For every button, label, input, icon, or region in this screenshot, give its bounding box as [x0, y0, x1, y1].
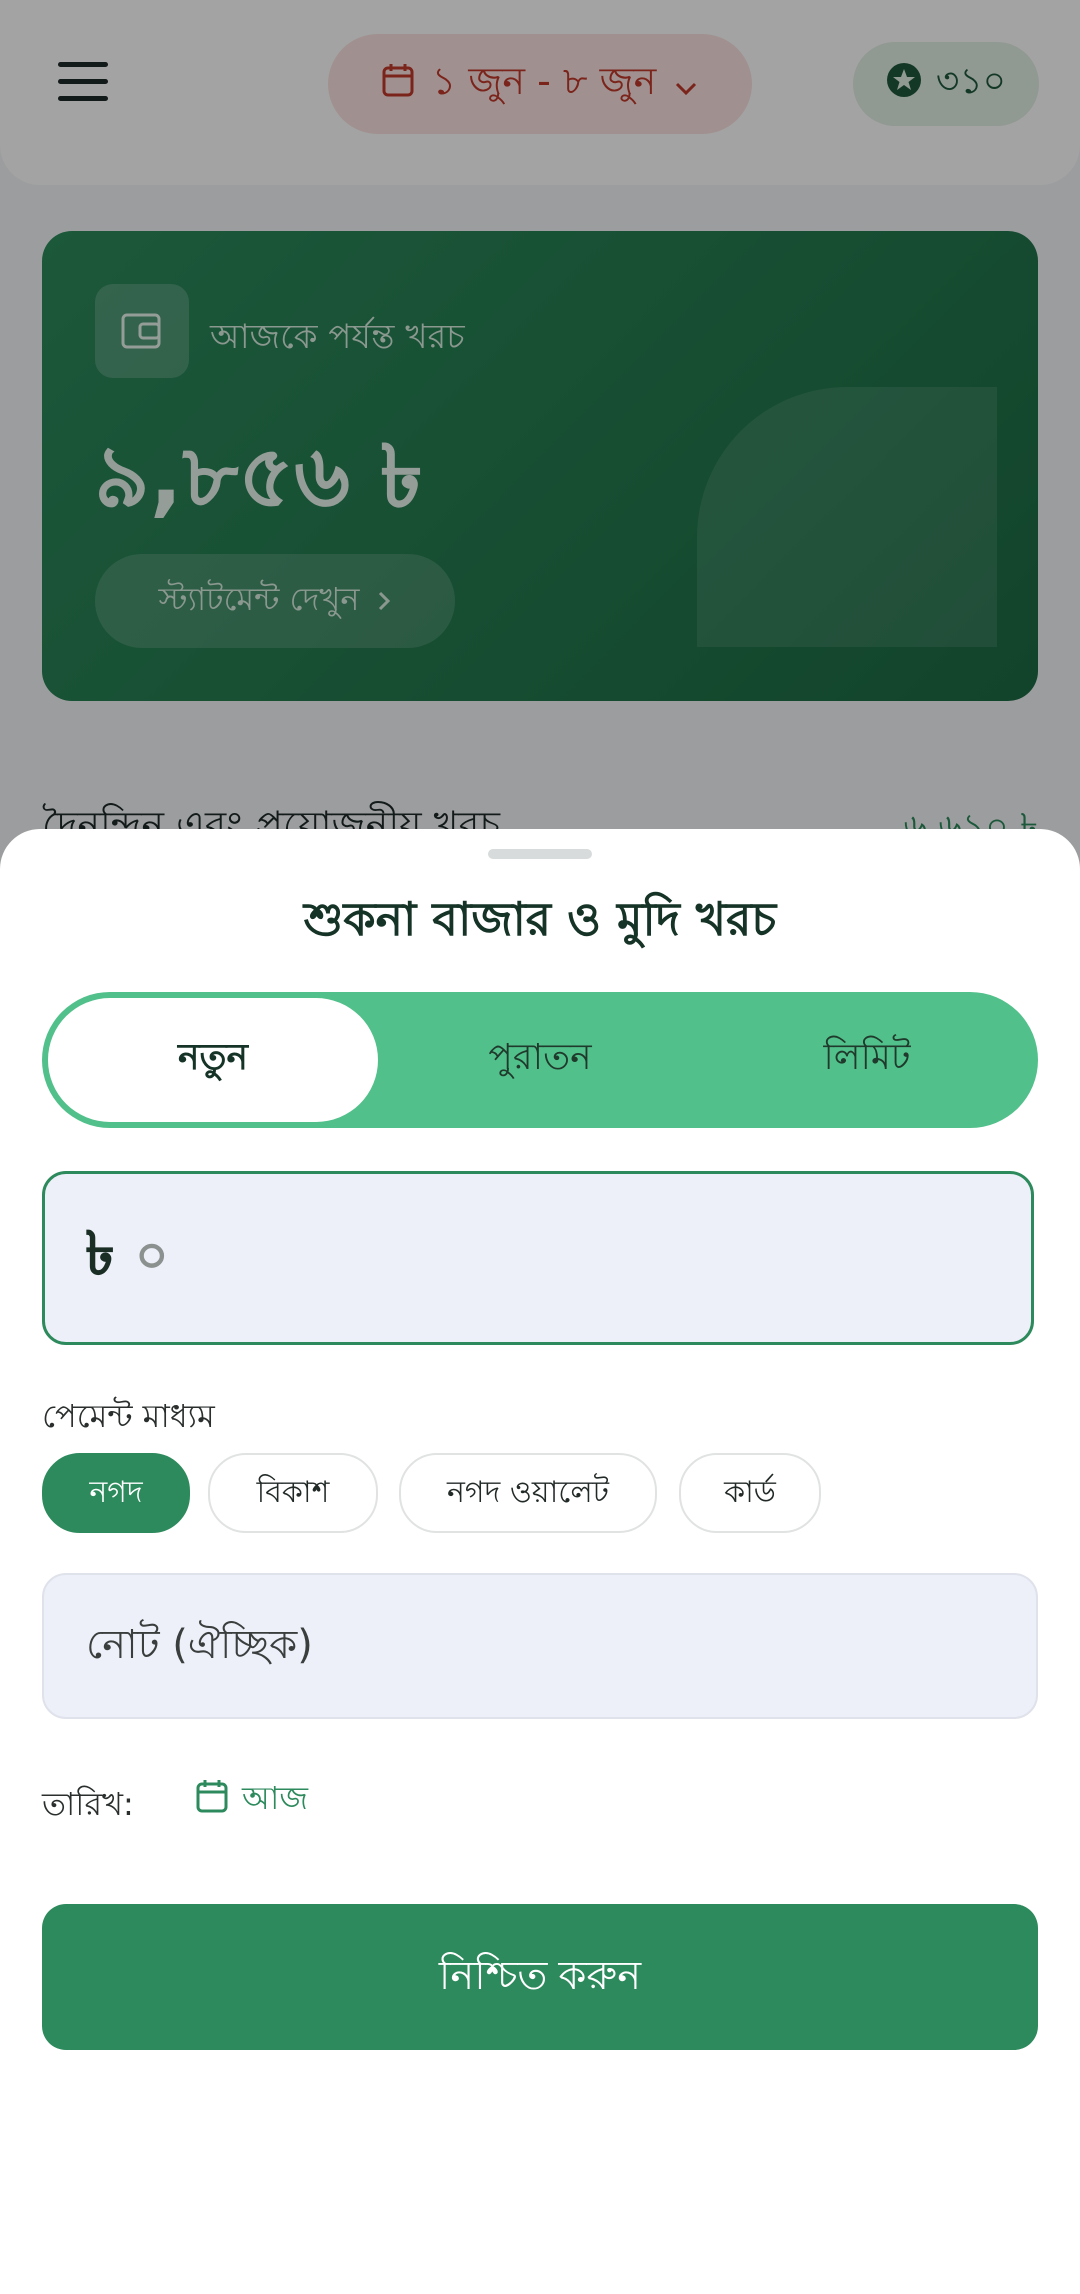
confirm-button[interactable]: নিশ্চিত করুন [42, 1904, 1038, 2050]
tab-old[interactable]: পুরাতন [375, 998, 705, 1122]
amount-value: ০ [134, 1225, 169, 1286]
tab-bar: নতুন পুরাতন লিমিট [42, 992, 1038, 1128]
payment-chip-cash[interactable]: নগদ [42, 1453, 190, 1533]
drag-handle[interactable] [488, 849, 592, 859]
date-picker[interactable]: আজ [196, 1773, 308, 1827]
payment-chip-bkash[interactable]: বিকাশ [208, 1453, 378, 1533]
payment-chip-nagad-wallet[interactable]: নগদ ওয়ালেট [399, 1453, 657, 1533]
currency-symbol: ৳ [85, 1219, 115, 1289]
payment-method-label: পেমেন্ট মাধ্যম [42, 1397, 215, 1435]
sheet-title: শুকনা বাজার ও মুদি খরচ [303, 892, 777, 946]
calendar-icon [196, 1779, 228, 1821]
amount-input[interactable]: ৳ ০ [42, 1171, 1034, 1345]
payment-chip-card[interactable]: কার্ড [679, 1453, 821, 1533]
tab-limit[interactable]: লিমিট [702, 998, 1032, 1122]
date-value: আজ [242, 1779, 308, 1817]
tab-new[interactable]: নতুন [48, 998, 378, 1122]
date-label: তারিখ: [42, 1785, 134, 1823]
expense-bottom-sheet: শুকনা বাজার ও মুদি খরচ নতুন পুরাতন লিমিট… [0, 829, 1080, 2294]
note-input[interactable]: নোট (ঐচ্ছিক) [42, 1573, 1038, 1719]
